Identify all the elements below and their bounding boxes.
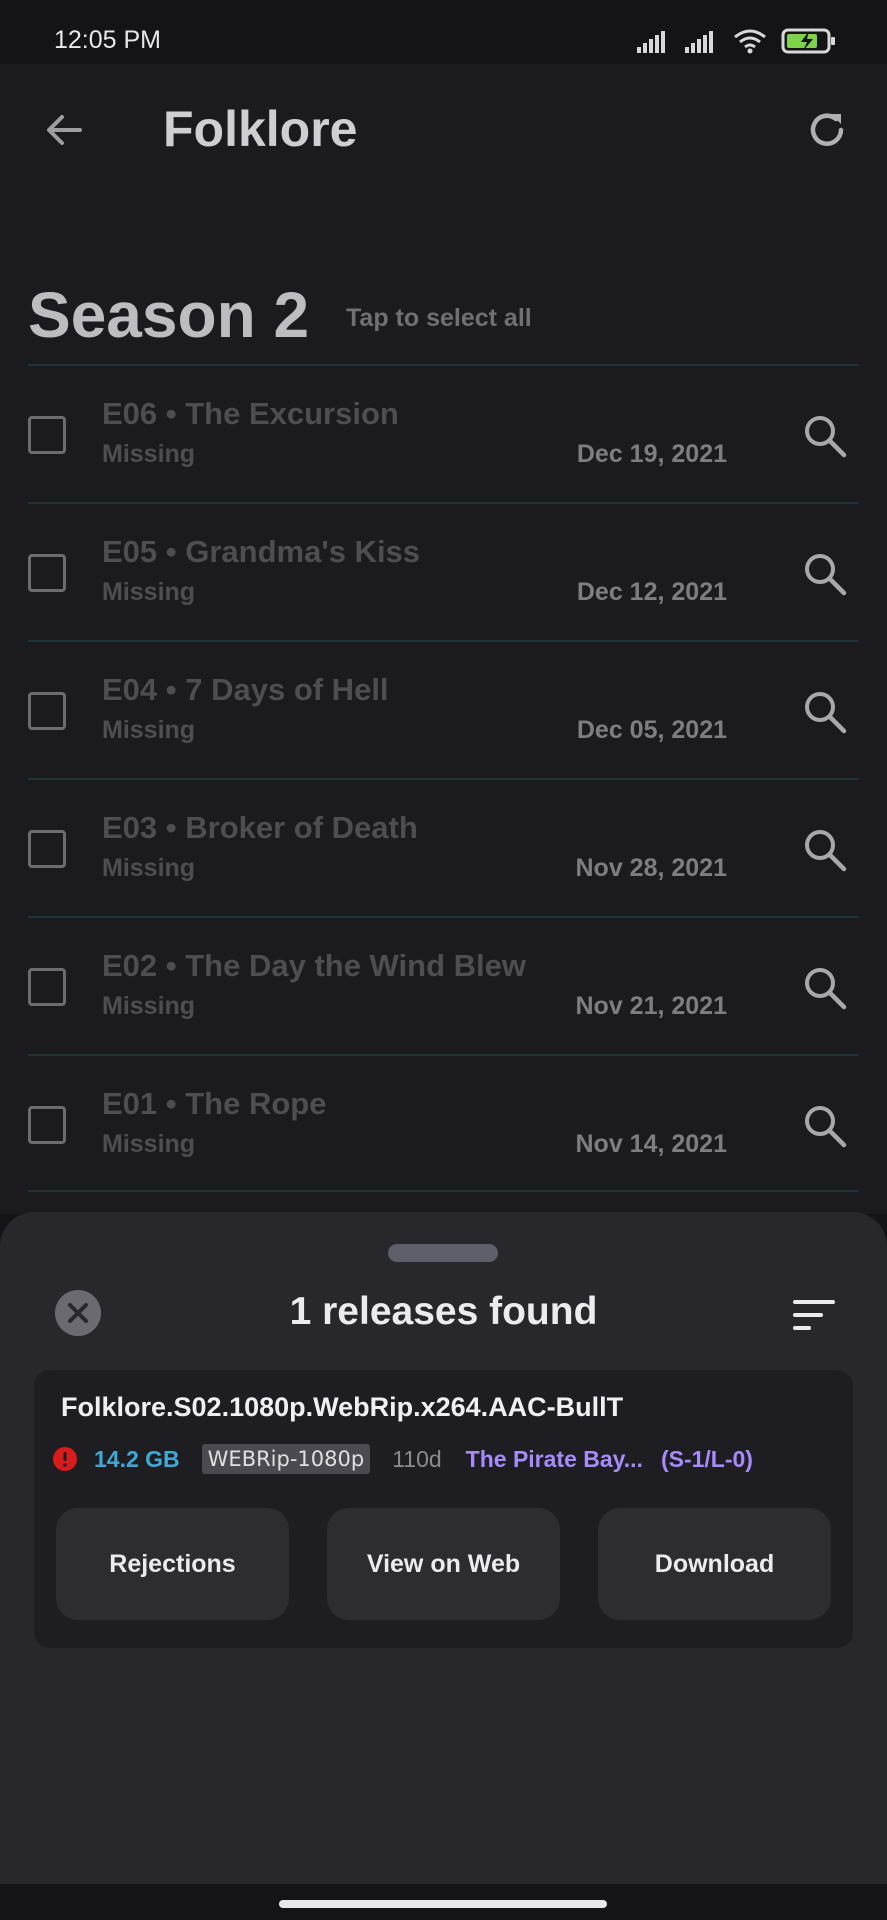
status-bar: 12:05 PM: [0, 0, 887, 64]
episode-status: Missing: [102, 440, 196, 468]
search-icon[interactable]: [801, 964, 849, 1012]
release-name: Folklore.S02.1080p.WebRip.x264.AAC-BullT: [61, 1392, 624, 1422]
episode-list: E06 • The Excursion Missing Dec 19, 2021…: [28, 364, 859, 1192]
episode-title: E02 • The Day the Wind Blew: [102, 948, 526, 983]
rejections-button[interactable]: Rejections: [56, 1508, 289, 1620]
episode-row[interactable]: E04 • 7 Days of Hell Missing Dec 05, 202…: [28, 640, 859, 778]
release-age: 110d: [392, 1445, 442, 1472]
battery-charging-icon: [781, 28, 835, 54]
episode-status: Missing: [102, 1130, 196, 1158]
episode-status: Missing: [102, 578, 196, 606]
releases-bottom-sheet: 1 releases found Folklore.S02.1080p.WebR…: [0, 1212, 887, 1884]
episode-title: E03 • Broker of Death: [102, 810, 418, 845]
release-card[interactable]: Folklore.S02.1080p.WebRip.x264.AAC-BullT…: [34, 1370, 853, 1648]
episode-row[interactable]: E01 • The Rope Missing Nov 14, 2021: [28, 1054, 859, 1192]
status-icons: [637, 26, 837, 56]
refresh-icon[interactable]: [803, 106, 851, 154]
episode-date: Dec 12, 2021: [576, 578, 727, 606]
episode-row[interactable]: E03 • Broker of Death Missing Nov 28, 20…: [28, 778, 859, 916]
episode-date: Dec 19, 2021: [576, 440, 727, 468]
peers-count: (S-1/L-0): [660, 1445, 753, 1472]
warning-icon[interactable]: [52, 1446, 78, 1472]
download-button[interactable]: Download: [598, 1508, 831, 1620]
episode-checkbox[interactable]: [28, 692, 66, 730]
home-indicator[interactable]: [279, 1900, 607, 1908]
search-icon[interactable]: [801, 412, 849, 460]
episode-status: Missing: [102, 992, 196, 1020]
status-time: 12:05 PM: [54, 26, 162, 54]
release-actions: Rejections View on Web Download: [56, 1508, 831, 1620]
select-all-button[interactable]: Tap to select all: [346, 304, 532, 333]
sort-icon[interactable]: [791, 1296, 837, 1334]
search-icon[interactable]: [801, 550, 849, 598]
arrow-left-icon[interactable]: [40, 106, 88, 154]
release-meta: 14.2 GB WEBRip-1080p 110d The Pirate Bay…: [52, 1444, 753, 1474]
signal-icon: [637, 31, 665, 53]
search-icon[interactable]: [801, 688, 849, 736]
episode-checkbox[interactable]: [28, 1106, 66, 1144]
signal-icon: [685, 31, 713, 53]
episode-title: E05 • Grandma's Kiss: [102, 534, 421, 569]
episode-row[interactable]: E02 • The Day the Wind Blew Missing Nov …: [28, 916, 859, 1054]
episode-title: E01 • The Rope: [102, 1086, 327, 1121]
quality-badge: WEBRip-1080p: [201, 1444, 371, 1474]
episode-checkbox[interactable]: [28, 968, 66, 1006]
drag-handle[interactable]: [388, 1244, 498, 1262]
episode-status: Missing: [102, 716, 196, 744]
episode-date: Dec 05, 2021: [576, 716, 727, 744]
episode-date: Nov 28, 2021: [575, 854, 728, 882]
search-icon[interactable]: [801, 1102, 849, 1150]
season-title: Season 2: [28, 279, 310, 351]
search-icon[interactable]: [801, 826, 849, 874]
episode-row[interactable]: E05 • Grandma's Kiss Missing Dec 12, 202…: [28, 502, 859, 640]
episode-date: Nov 14, 2021: [575, 1130, 728, 1158]
app-title: Folklore: [163, 101, 358, 157]
view-on-web-button[interactable]: View on Web: [327, 1508, 560, 1620]
indexer-name: The Pirate Bay...: [465, 1445, 643, 1472]
wifi-icon: [734, 29, 766, 54]
episode-title: E04 • 7 Days of Hell: [102, 672, 389, 707]
episode-checkbox[interactable]: [28, 416, 66, 454]
releases-count-title: 1 releases found: [289, 1290, 598, 1333]
release-size: 14.2 GB: [94, 1445, 180, 1472]
episode-title: E06 • The Excursion: [102, 396, 399, 431]
episode-checkbox[interactable]: [28, 554, 66, 592]
episode-status: Missing: [102, 854, 196, 882]
episode-date: Nov 21, 2021: [575, 992, 728, 1020]
episode-checkbox[interactable]: [28, 830, 66, 868]
episode-row[interactable]: E06 • The Excursion Missing Dec 19, 2021: [28, 364, 859, 502]
